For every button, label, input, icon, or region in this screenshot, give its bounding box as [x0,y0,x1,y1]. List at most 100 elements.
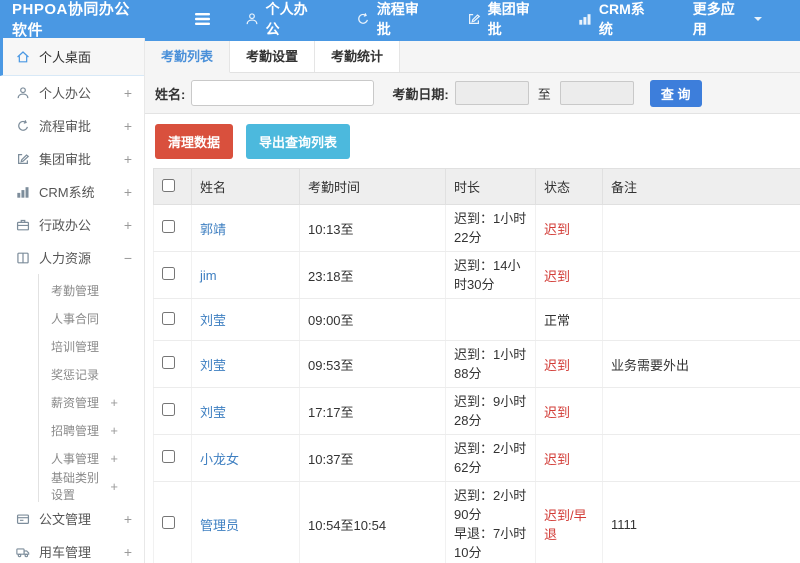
sidebar-item[interactable]: 用车管理 + [0,535,144,563]
status-badge: 迟到 [544,357,571,373]
topnav-item[interactable]: 个人办公 [245,0,319,39]
attendance-time-cell: 10:54至10:54 [299,481,446,563]
topnav-item[interactable]: 更多应用 [693,0,763,39]
name-cell: 刘莹 [191,387,300,435]
row-checkbox[interactable] [162,267,175,280]
expand-icon[interactable]: + [124,544,132,560]
expand-icon[interactable]: + [124,85,132,101]
sidebar-item[interactable]: CRM系统 + [0,175,144,208]
sidebar-subitem[interactable]: 薪资管理 + [39,388,144,416]
sidebar-item[interactable]: 人力资源 − [0,241,144,274]
tab[interactable]: 考勤列表 [145,41,230,73]
topnav-item[interactable]: 流程审批 [356,0,430,39]
tab-bar: 考勤列表 考勤设置 考勤统计 [145,41,800,73]
column-header: 考勤时间 [299,168,446,205]
hamburger-icon[interactable] [194,12,211,26]
date-from-input[interactable] [454,81,529,105]
expand-icon[interactable]: + [124,217,132,233]
attendance-time-cell: 23:18至 [299,251,446,299]
sidebar-subitem[interactable]: 人事合同 [39,304,144,332]
employee-name-link[interactable]: 刘莹 [200,405,226,420]
status-badge: 迟到 [544,221,571,237]
collapse-icon[interactable]: − [124,250,132,266]
date-to-input[interactable] [559,81,634,105]
sidebar-item[interactable]: 行政办公 + [0,208,144,241]
app-title: PHPOA协同办公软件 [12,1,130,39]
select-all-checkbox[interactable] [162,178,175,192]
clean-data-button[interactable]: 清理数据 [155,124,234,159]
sidebar-subitem[interactable]: 考勤管理 [39,276,144,304]
status-badge: 迟到 [544,268,571,284]
sidebar-subitem[interactable]: 奖惩记录 [39,360,144,388]
book-icon [16,251,30,265]
date-label: 考勤日期: [392,86,449,102]
table-row: jim 23:18至 迟到：14小时30分 迟到 [153,251,800,299]
row-checkbox[interactable] [162,450,175,463]
status-badge: 迟到/早退 [544,508,587,542]
expand-icon[interactable]: + [110,451,118,466]
row-checkbox[interactable] [162,516,175,529]
row-checkbox[interactable] [162,220,175,233]
header-checkbox-cell [153,168,192,205]
expand-icon[interactable]: + [110,423,118,438]
sidebar-subitem[interactable]: 基础类别设置 + [39,471,144,502]
duration-cell: 迟到：9小时28分 [445,387,536,435]
status-cell: 迟到/早退 [535,481,603,563]
flow-icon [356,12,370,26]
sidebar-subitem[interactable]: 招聘管理 + [39,416,144,444]
status-badge: 迟到 [544,404,571,420]
employee-name-link[interactable]: 小龙女 [200,452,239,467]
expand-icon[interactable]: + [124,151,132,167]
topnav-item[interactable]: CRM系统 [578,0,656,39]
column-header: 状态 [535,168,603,205]
table-row: 刘莹 09:00至 正常 [153,298,800,341]
sidebar-subitem-label: 培训管理 [51,339,100,354]
sidebar-subitem[interactable]: 培训管理 [39,332,144,360]
employee-name-link[interactable]: 管理员 [200,518,239,533]
attendance-time-cell: 09:00至 [299,298,446,341]
employee-name-link[interactable]: jim [200,268,217,283]
expand-icon[interactable]: + [124,118,132,134]
status-cell: 迟到 [535,204,603,252]
row-checkbox[interactable] [162,356,175,369]
sidebar-item-label: 个人桌面 [39,50,92,65]
person-icon [245,12,259,26]
search-button[interactable]: 查 询 [649,79,702,107]
remark-cell [602,434,800,482]
caret-down-icon [753,15,763,23]
row-checkbox-cell [153,340,192,388]
topnav-item[interactable]: 集团审批 [467,0,541,39]
sidebar: 个人桌面 个人办公 + 流程审批 + 集团审批 + CRM系统 + 行政办公 + 人力资源 − 考勤管理人… [0,38,145,563]
doc-icon [16,512,30,526]
name-input[interactable] [191,80,375,106]
export-list-button[interactable]: 导出查询列表 [246,124,351,159]
expand-icon[interactable]: + [110,479,118,494]
duration-cell: 迟到：1小时22分 [445,204,536,252]
status-badge: 迟到 [544,451,571,467]
expand-icon[interactable]: + [124,511,132,527]
employee-name-link[interactable]: 郭靖 [200,222,226,237]
expand-icon[interactable]: + [124,184,132,200]
sidebar-subitem[interactable]: 人事管理 + [39,444,144,472]
tab[interactable]: 考勤设置 [230,41,315,72]
sidebar-subitem-label: 招聘管理 [51,423,100,438]
attendance-time-cell: 17:17至 [299,387,446,435]
status-cell: 迟到 [535,340,603,388]
sidebar-item[interactable]: 流程审批 + [0,109,144,142]
attendance-time-cell: 09:53至 [299,340,446,388]
tab[interactable]: 考勤统计 [315,41,400,72]
sidebar-item[interactable]: 集团审批 + [0,142,144,175]
topnav-item-label: CRM系统 [598,1,645,37]
expand-icon[interactable]: + [110,395,118,410]
duration-cell [445,298,536,341]
main-panel: 考勤列表 考勤设置 考勤统计 姓名: 考勤日期: 至 查 询 清理数据 导出查询列表… [145,38,800,563]
sidebar-item[interactable]: 个人桌面 [0,38,144,76]
sidebar-item[interactable]: 公文管理 + [0,502,144,535]
sidebar-item[interactable]: 个人办公 + [0,76,144,109]
sidebar-item-label: 用车管理 [39,545,92,560]
employee-name-link[interactable]: 刘莹 [200,313,226,328]
edit-icon [467,12,481,26]
row-checkbox[interactable] [162,403,175,416]
row-checkbox[interactable] [162,311,175,325]
employee-name-link[interactable]: 刘莹 [200,358,226,373]
